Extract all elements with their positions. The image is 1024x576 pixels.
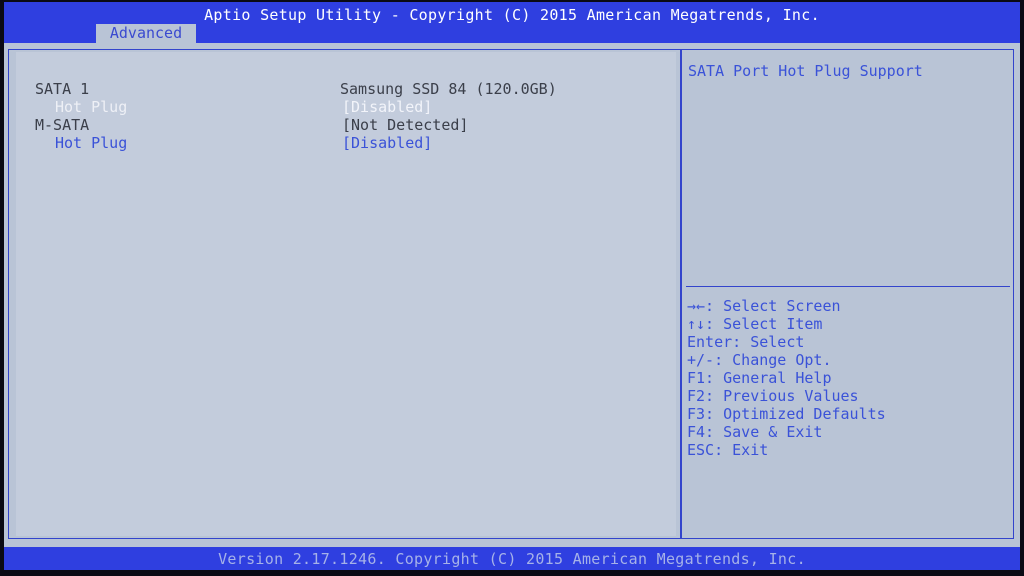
setting-value-sata1-hotplug[interactable]: [Disabled]: [342, 98, 432, 116]
setting-label-msata: M-SATA: [35, 116, 90, 134]
setting-label-sata1-hotplug[interactable]: Hot Plug: [55, 98, 127, 116]
header-bar: Aptio Setup Utility - Copyright (C) 2015…: [4, 2, 1020, 43]
version-text: Version 2.17.1246. Copyright (C) 2015 Am…: [218, 550, 806, 568]
tab-advanced[interactable]: Advanced: [96, 24, 196, 43]
key-hint-change-opt: +/-: Change Opt.: [687, 351, 832, 369]
key-hint-select-item: ↑↓: Select Item: [687, 315, 823, 333]
setting-value-msata-hotplug[interactable]: [Disabled]: [342, 134, 432, 152]
key-hint-esc: ESC: Exit: [687, 441, 769, 459]
app-title: Aptio Setup Utility - Copyright (C) 2015…: [204, 6, 820, 24]
key-hint-enter: Enter: Select: [687, 333, 805, 351]
key-hint-f1: F1: General Help: [687, 369, 832, 387]
panel-divider: [680, 49, 682, 539]
setting-label-msata-hotplug[interactable]: Hot Plug: [55, 134, 127, 152]
help-panel: [683, 52, 1013, 536]
setting-value-msata: [Not Detected]: [342, 116, 469, 134]
key-hint-f4: F4: Save & Exit: [687, 423, 823, 441]
key-hint-f2: F2: Previous Values: [687, 387, 859, 405]
setting-value-sata1: Samsung SSD 84 (120.0GB): [340, 80, 557, 98]
help-separator: [686, 286, 1010, 287]
footer-bar: Version 2.17.1246. Copyright (C) 2015 Am…: [4, 547, 1020, 570]
help-description: SATA Port Hot Plug Support: [688, 62, 923, 80]
bios-screen: Aptio Setup Utility - Copyright (C) 2015…: [4, 2, 1020, 570]
key-hint-select-screen: →←: Select Screen: [687, 297, 841, 315]
key-hint-f3: F3: Optimized Defaults: [687, 405, 886, 423]
setting-label-sata1: SATA 1: [35, 80, 90, 98]
